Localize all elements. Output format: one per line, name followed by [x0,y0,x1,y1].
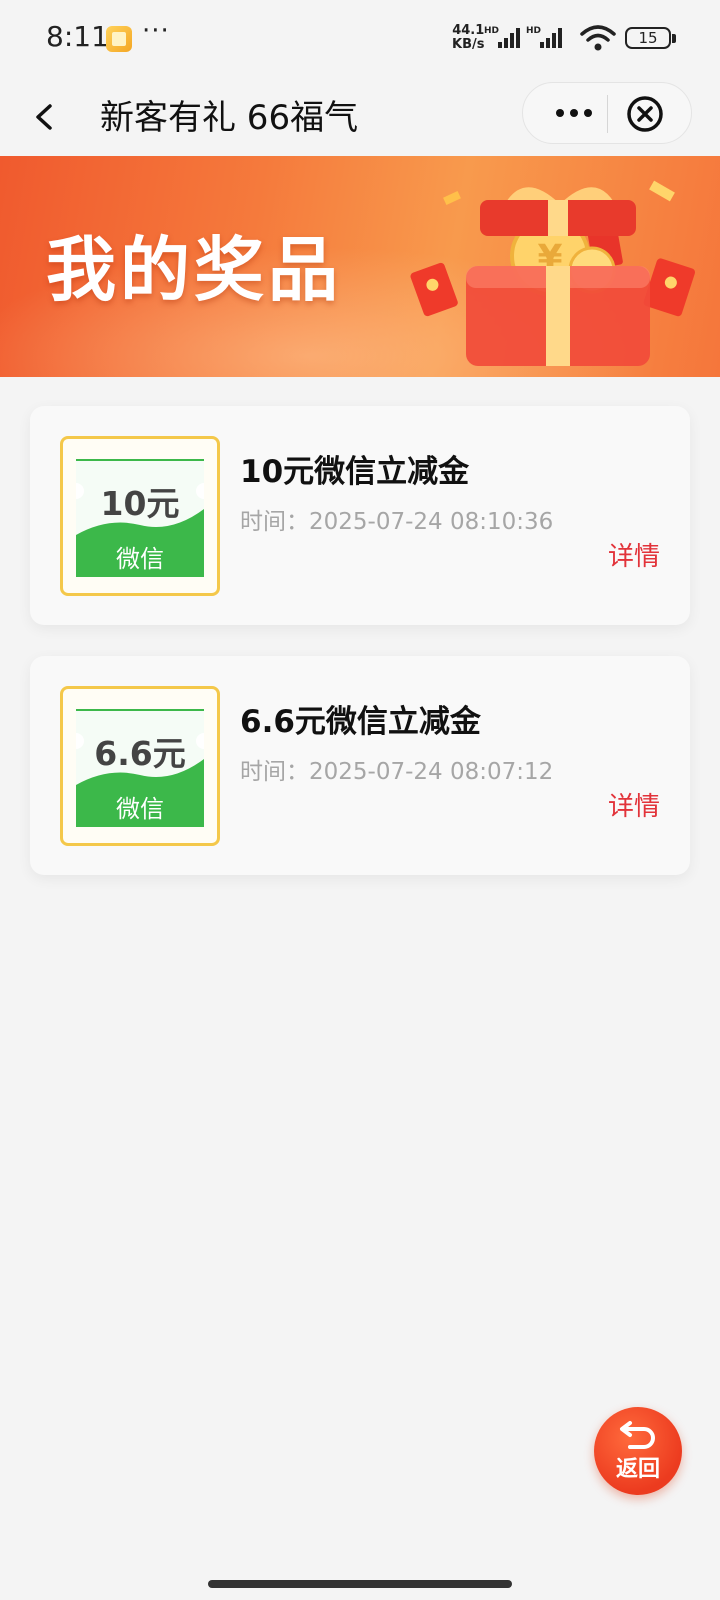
banner-title: 我的奖品 [46,229,342,311]
status-time: 8:11 [46,20,109,53]
close-icon [627,96,663,132]
more-button[interactable] [543,93,603,133]
status-bar: 8:11 ··· 44.1 KB/s HD HD 15 [0,0,720,78]
prize-name: 10元微信立减金 [240,454,470,490]
prize-card: 6.6元 微信 6.6元微信立减金 时间：2025-07-24 08:07:12… [30,656,690,875]
mini-program-capsule [522,82,692,144]
return-label: 返回 [615,1457,660,1482]
signal-hd-label: HD [484,26,499,36]
signal-icon: HD [484,24,524,52]
detail-link[interactable]: 详情 [608,536,660,573]
prize-card: 10元 微信 10元微信立减金 时间：2025-07-24 08:10:36 详… [30,406,690,625]
coupon-amount: 10元 [100,484,180,523]
signal-hd-label: HD [526,26,541,36]
prize-name: 6.6元微信立减金 [240,704,481,740]
home-indicator[interactable] [208,1580,512,1588]
status-more: ··· [142,16,170,46]
close-button[interactable] [623,92,667,136]
network-speed-unit: KB/s [452,37,485,52]
page-title: 新客有礼 66福气 [100,98,359,138]
coupon-image: 6.6元 微信 [60,686,220,846]
battery-icon: 15 [625,27,676,49]
gift-box-icon: ¥ [410,180,696,366]
signal-icon: HD [526,24,566,52]
back-button[interactable] [22,92,72,142]
nav-bar: 新客有礼 66福气 [0,78,720,156]
coupon-brand: 微信 [116,545,164,573]
more-icon [556,109,592,117]
prize-time: 时间：2025-07-24 08:07:12 [240,759,554,785]
return-arrow-icon [620,1421,655,1449]
capsule-divider [607,95,608,133]
wifi-icon [580,24,616,52]
return-button[interactable]: 返回 [594,1407,682,1495]
back-icon [36,104,52,130]
coupon-amount: 6.6元 [94,734,186,773]
prize-time: 时间：2025-07-24 08:10:36 [240,509,554,535]
coupon-brand: 微信 [116,795,164,823]
prize-banner: 我的奖品 ¥ [0,156,720,377]
app-notification-icon [106,26,132,52]
network-speed-value: 44.1 [452,23,485,38]
coupon-image: 10元 微信 [60,436,220,596]
network-speed: 44.1 KB/s [452,24,484,52]
detail-link[interactable]: 详情 [608,786,660,823]
